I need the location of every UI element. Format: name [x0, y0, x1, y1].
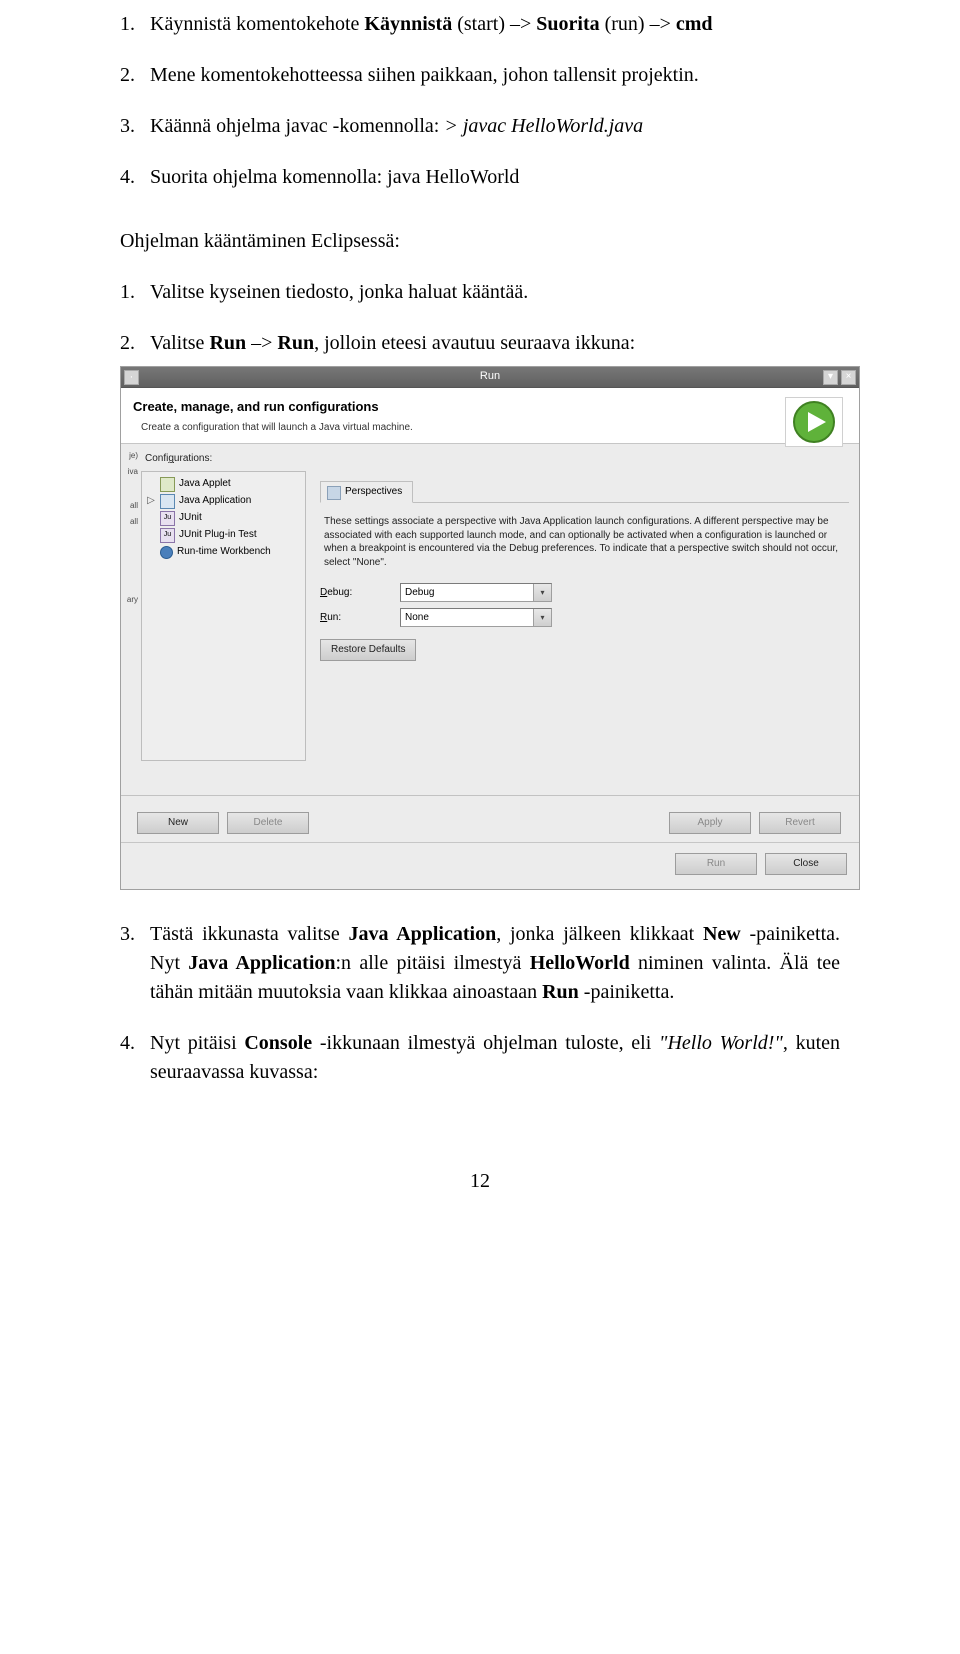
tab-perspectives[interactable]: Perspectives [320, 481, 413, 503]
config-item-java-application[interactable]: ▷ Java Application [142, 493, 305, 510]
java-application-icon [160, 494, 175, 509]
separator [121, 795, 859, 796]
page-number: 12 [120, 1167, 840, 1196]
chevron-down-icon: ▾ [533, 609, 551, 626]
junit-plugin-icon: Ju [160, 528, 175, 543]
close-button[interactable]: Close [765, 853, 847, 875]
new-button[interactable]: New [137, 812, 219, 834]
config-item-runtime-workbench[interactable]: Run-time Workbench [142, 544, 305, 561]
cmd-step-2: 2.Mene komentokehotteessa siihen paikkaa… [120, 61, 840, 90]
dialog-subhead: Create a configuration that will launch … [121, 419, 859, 445]
revert-button[interactable]: Revert [759, 812, 841, 834]
run-row: Run: None ▾ [320, 608, 849, 627]
config-item-java-applet[interactable]: Java Applet [142, 476, 305, 493]
dialog-headline: Create, manage, and run configurations [121, 388, 859, 419]
dialog-title-bar: · Run ▾ × [121, 367, 859, 388]
cmd-step-3: 3.Käännä ohjelma javac -komennolla: > ja… [120, 112, 840, 141]
right-panel: Perspectives These settings associate a … [306, 444, 859, 777]
window-menu-icon[interactable]: · [124, 370, 139, 385]
eclipse-step-3: 3.Tästä ikkunasta valitse Java Applicati… [120, 920, 840, 1007]
section-label-eclipse: Ohjelman kääntäminen Eclipsessä: [120, 227, 840, 256]
perspectives-description: These settings associate a perspective w… [320, 503, 849, 577]
eclipse-steps-list-a: 1.Valitse kyseinen tiedosto, jonka halua… [120, 278, 840, 358]
delete-button[interactable]: Delete [227, 812, 309, 834]
left-gutter: je) iva all all ary [121, 444, 139, 777]
run-button[interactable]: Run [675, 853, 757, 875]
cmd-step-1: 1.Käynnistä komentokehote Käynnistä (sta… [120, 10, 840, 39]
close-icon[interactable]: × [841, 370, 856, 385]
debug-row: Debug: Debug ▾ [320, 583, 849, 602]
eclipse-step-2: 2.Valitse Run –> Run, jolloin eteesi ava… [120, 329, 840, 358]
java-applet-icon [160, 477, 175, 492]
eclipse-step-4: 4.Nyt pitäisi Console -ikkunaan ilmestyä… [120, 1029, 840, 1087]
run-dialog-figure: · Run ▾ × Create, manage, and run config… [120, 366, 840, 890]
debug-combo[interactable]: Debug ▾ [400, 583, 552, 602]
bottom-button-row: Run Close [121, 842, 859, 889]
run-combo[interactable]: None ▾ [400, 608, 552, 627]
tab-row: Perspectives [320, 480, 849, 503]
junit-icon: Ju [160, 511, 175, 526]
runtime-workbench-icon [160, 546, 173, 559]
cmd-step-4: 4.Suorita ohjelma komennolla: java Hello… [120, 163, 840, 192]
config-item-junit[interactable]: Ju JUnit [142, 510, 305, 527]
maximize-icon[interactable]: ▾ [823, 370, 838, 385]
cmd-steps-list: 1.Käynnistä komentokehote Käynnistä (sta… [120, 10, 840, 192]
restore-defaults-button[interactable]: Restore Defaults [320, 639, 416, 661]
run-dialog: · Run ▾ × Create, manage, and run config… [120, 366, 860, 890]
apply-button[interactable]: Apply [669, 812, 751, 834]
eclipse-step-1: 1.Valitse kyseinen tiedosto, jonka halua… [120, 278, 840, 307]
eclipse-steps-list-b: 3.Tästä ikkunasta valitse Java Applicati… [120, 920, 840, 1087]
config-item-junit-plugin[interactable]: Ju JUnit Plug-in Test [142, 527, 305, 544]
perspectives-tab-icon [327, 486, 341, 500]
run-hero-icon [785, 397, 843, 447]
dialog-title: Run [480, 369, 500, 385]
middle-button-row: New Delete Apply Revert [121, 804, 859, 842]
configurations-label: Configurations: [139, 444, 306, 471]
configurations-list[interactable]: Java Applet ▷ Java Application Ju JUnit [141, 471, 306, 761]
chevron-down-icon: ▾ [533, 584, 551, 601]
